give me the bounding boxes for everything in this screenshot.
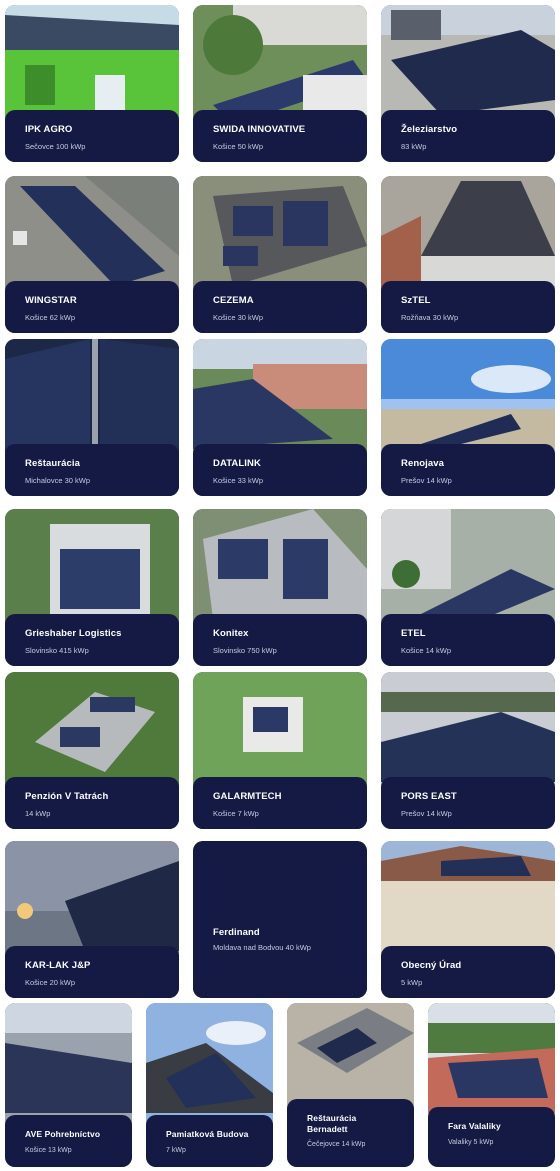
project-subtitle: Košice 13 kWp: [25, 1147, 72, 1154]
project-card-cezema[interactable]: CEZEMA Košice 30 kWp: [193, 176, 367, 333]
project-name: KAR-LAK J&P: [25, 960, 91, 971]
project-subtitle: Košice 33 kWp: [213, 476, 264, 485]
project-label: CEZEMA Košice 30 kWp: [193, 281, 367, 333]
project-name: Pamiatková Budova: [166, 1129, 249, 1139]
project-label: ETEL Košice 14 kWp: [381, 614, 555, 666]
project-card-ave-pohrebnictvo[interactable]: AVE Pohrebníctvo Košice 13 kWp: [5, 1003, 132, 1167]
project-subtitle: Košice 30 kWp: [213, 313, 264, 322]
project-subtitle: Prešov 14 kWp: [401, 809, 452, 818]
project-card-zeleziarstvo[interactable]: Železiarstvo 83 kWp: [381, 5, 555, 162]
project-card-swida-innovative[interactable]: SWIDA INNOVATIVE Košice 50 kWp: [193, 5, 367, 162]
project-label: PORS EAST Prešov 14 kWp: [381, 777, 555, 829]
project-subtitle: Slovinsko 415 kWp: [25, 646, 89, 655]
project-subtitle: Prešov 14 kWp: [401, 476, 452, 485]
project-card-etel[interactable]: ETEL Košice 14 kWp: [381, 509, 555, 666]
project-card-sztel[interactable]: SzTEL Rožňava 30 kWp: [381, 176, 555, 333]
project-subtitle: Košice 50 kWp: [213, 142, 264, 151]
project-name: Obecný Úrad: [401, 960, 462, 971]
project-card-grieshaber-logistics[interactable]: Grieshaber Logistics Slovinsko 415 kWp: [5, 509, 179, 666]
project-card-restauracia-bernadett[interactable]: Reštaurácia Bernadett Čečejovce 14 kWp: [287, 1003, 414, 1167]
project-name: Fara Valaliky: [448, 1121, 501, 1131]
project-card-pamiatkova-budova[interactable]: Pamiatková Budova 7 kWp: [146, 1003, 273, 1167]
project-card-restauracia[interactable]: Reštaurácia Michalovce 30 kWp: [5, 339, 179, 496]
project-subtitle: Slovinsko 750 kWp: [213, 646, 277, 655]
project-name: Železiarstvo: [401, 124, 458, 135]
project-label: Obecný Úrad 5 kWp: [381, 946, 555, 998]
project-label: IPK AGRO Sečovce 100 kWp: [5, 110, 179, 162]
project-name: AVE Pohrebníctvo: [25, 1129, 101, 1139]
project-subtitle: 83 kWp: [401, 142, 427, 151]
project-label: Renojava Prešov 14 kWp: [381, 444, 555, 496]
project-label: KAR-LAK J&P Košice 20 kWp: [5, 946, 179, 998]
project-card-pors-east[interactable]: PORS EAST Prešov 14 kWp: [381, 672, 555, 829]
project-card-ferdinand[interactable]: Ferdinand Moldava nad Bodvou 40 kWp: [193, 841, 367, 998]
project-name: Konitex: [213, 628, 249, 639]
project-card-penzion-v-tatrach[interactable]: Penzión V Tatrách 14 kWp: [5, 672, 179, 829]
project-subtitle: Košice 7 kWp: [213, 809, 259, 818]
project-label: Reštaurácia Bernadett Čečejovce 14 kWp: [287, 1099, 414, 1167]
project-name: SWIDA INNOVATIVE: [213, 124, 306, 135]
project-name: Renojava: [401, 458, 445, 469]
project-name: Reštaurácia: [25, 458, 80, 469]
project-card-renojava[interactable]: Renojava Prešov 14 kWp: [381, 339, 555, 496]
project-label: DATALINK Košice 33 kWp: [193, 444, 367, 496]
project-label: AVE Pohrebníctvo Košice 13 kWp: [5, 1115, 132, 1167]
project-name: Reštaurácia Bernadett: [307, 1113, 357, 1134]
project-subtitle: Košice 62 kWp: [25, 313, 76, 322]
project-card-fara-valaliky[interactable]: Fara Valaliky Valaliky 5 kWp: [428, 1003, 555, 1167]
project-card-konitex[interactable]: Konitex Slovinsko 750 kWp: [193, 509, 367, 666]
project-card-galarmtech[interactable]: GALARMTECH Košice 7 kWp: [193, 672, 367, 829]
project-card-kar-lak[interactable]: KAR-LAK J&P Košice 20 kWp: [5, 841, 179, 998]
project-subtitle: 14 kWp: [25, 809, 51, 818]
project-name: CEZEMA: [213, 295, 254, 306]
project-label: Reštaurácia Michalovce 30 kWp: [5, 444, 179, 496]
project-name: GALARMTECH: [213, 791, 282, 802]
project-label: Penzión V Tatrách 14 kWp: [5, 777, 179, 829]
project-card-wingstar[interactable]: WINGSTAR Košice 62 kWp: [5, 176, 179, 333]
project-subtitle: Moldava nad Bodvou 40 kWp: [213, 943, 311, 952]
project-subtitle: 5 kWp: [401, 978, 423, 987]
project-name: SzTEL: [401, 295, 431, 306]
project-label: GALARMTECH Košice 7 kWp: [193, 777, 367, 829]
project-name: ETEL: [401, 628, 426, 639]
project-subtitle: Košice 20 kWp: [25, 978, 76, 987]
project-name: PORS EAST: [401, 791, 457, 802]
project-subtitle: Rožňava 30 kWp: [401, 313, 459, 322]
project-card-datalink[interactable]: DATALINK Košice 33 kWp: [193, 339, 367, 496]
project-label: SWIDA INNOVATIVE Košice 50 kWp: [193, 110, 367, 162]
project-subtitle: Čečejovce 14 kWp: [307, 1141, 366, 1148]
project-subtitle: Michalovce 30 kWp: [25, 476, 91, 485]
project-subtitle: Košice 14 kWp: [401, 646, 452, 655]
project-label: WINGSTAR Košice 62 kWp: [5, 281, 179, 333]
project-name: WINGSTAR: [25, 295, 77, 306]
project-name: Grieshaber Logistics: [25, 628, 122, 639]
project-card-obecny-urad[interactable]: Obecný Úrad 5 kWp: [381, 841, 555, 998]
project-subtitle: 7 kWp: [166, 1147, 186, 1154]
project-card-ipk-agro[interactable]: IPK AGRO Sečovce 100 kWp: [5, 5, 179, 162]
project-label: Pamiatková Budova 7 kWp: [146, 1115, 273, 1167]
project-label: Železiarstvo 83 kWp: [381, 110, 555, 162]
project-label: SzTEL Rožňava 30 kWp: [381, 281, 555, 333]
project-name: DATALINK: [213, 458, 261, 469]
project-subtitle: Sečovce 100 kWp: [25, 142, 86, 151]
project-label: Fara Valaliky Valaliky 5 kWp: [428, 1107, 555, 1167]
project-name: Penzión V Tatrách: [25, 791, 109, 802]
project-label: Ferdinand Moldava nad Bodvou 40 kWp: [193, 841, 367, 998]
project-label: Grieshaber Logistics Slovinsko 415 kWp: [5, 614, 179, 666]
project-name: Ferdinand: [213, 927, 260, 938]
project-label: Konitex Slovinsko 750 kWp: [193, 614, 367, 666]
project-subtitle: Valaliky 5 kWp: [448, 1139, 494, 1146]
project-gallery: IPK AGRO Sečovce 100 kWp SWIDA INNOVATIV…: [0, 0, 560, 1171]
project-name: IPK AGRO: [25, 124, 73, 135]
